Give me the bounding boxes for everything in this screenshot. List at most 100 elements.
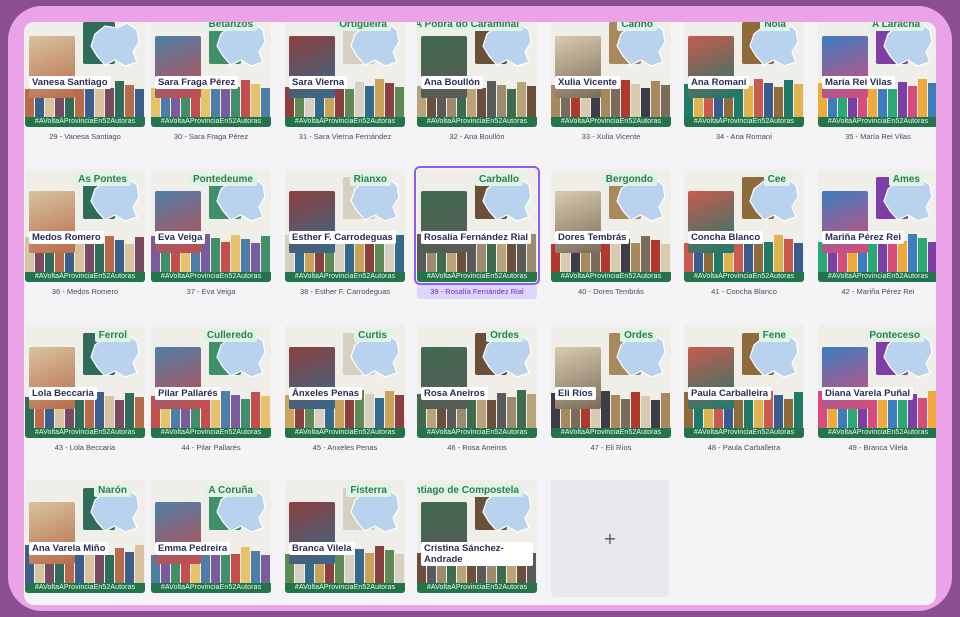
hashtag-banner: #AVoltaÁProvinciaEn52Autoras [417, 583, 537, 593]
page-thumbnail[interactable]: Curtis Ánxeles Penas #AVoltaÁProvinciaEn52… [285, 325, 405, 438]
page-caption[interactable]: 49 - Branca Vilela [818, 441, 936, 455]
author-name-label: Emma Pedreira [155, 542, 231, 555]
page-thumbnail[interactable]: A Pobra do Caramiñal Ana Boullón #AVoltaÁP… [417, 22, 537, 127]
hashtag-banner: #AVoltaÁProvinciaEn52Autoras [151, 583, 271, 593]
page-thumbnail[interactable]: Betanzos Sara Fraga Pérez #AVoltaÁProvinci… [151, 22, 271, 127]
page-caption[interactable]: 33 - Xulia Vicente [551, 130, 671, 144]
page-caption[interactable]: 45 - Anxeles Penas [285, 441, 405, 455]
place-label: Curtis [354, 329, 391, 342]
page-thumbnail[interactable]: Santiago de Compostela Cristina Sánchez-A… [417, 480, 537, 593]
page-card[interactable]: As Pontes Medos Romero #AVoltaÁProvinciaEn… [25, 169, 145, 299]
page-thumbnail[interactable]: Ponteceso Diana Varela Puñal #AVoltaÁProvi… [818, 325, 936, 438]
page-caption[interactable]: 42 - Mariña Pérez Rei [818, 285, 936, 299]
plus-icon: + [603, 529, 617, 548]
place-label: Narón [94, 484, 131, 497]
page-card[interactable]: Vanesa Santiago #AVoltaÁProvinciaEn52Auto… [25, 22, 145, 144]
page-thumbnail-grid: Vanesa Santiago #AVoltaÁProvinciaEn52Auto… [24, 22, 936, 605]
page-thumbnail[interactable]: As Pontes Medos Romero #AVoltaÁProvinciaEn… [25, 169, 145, 282]
place-label: Bergondo [601, 173, 657, 186]
page-thumbnail[interactable]: Culleredo Pilar Pallarés #AVoltaÁProvincia… [151, 325, 271, 438]
place-label: Betanzos [204, 22, 257, 31]
page-card[interactable]: Carballo Rosalía Fernández Rial #AVoltaÁPr… [414, 166, 540, 299]
page-thumbnail[interactable]: Fisterra Branca Vilela #AVoltaÁProvinciaEn… [285, 480, 405, 593]
place-label: A Laracha [868, 22, 924, 31]
page-thumbnail[interactable]: Fene Paula Carballeira #AVoltaÁProvinciaEn… [684, 325, 804, 438]
page-card[interactable]: Narón Ana Varela Miño #AVoltaÁProvinciaEn5… [25, 480, 145, 593]
page-caption[interactable]: 32 - Ana Boullón [417, 130, 537, 144]
canvas-grid-view: Vanesa Santiago #AVoltaÁProvinciaEn52Auto… [24, 22, 936, 605]
page-card[interactable]: Curtis Ánxeles Penas #AVoltaÁProvinciaEn52… [285, 325, 405, 455]
page-card[interactable]: A Pobra do Caramiñal Ana Boullón #AVoltaÁP… [417, 22, 537, 144]
author-name-label: Diana Varela Puñal [822, 387, 914, 400]
hashtag-banner: #AVoltaÁProvinciaEn52Autoras [285, 583, 405, 593]
page-card[interactable]: Ortigueira Sara Vierna #AVoltaÁProvinciaEn… [285, 22, 405, 144]
page-caption[interactable]: 43 - Lola Beccaria [25, 441, 145, 455]
page-caption[interactable]: 39 - Rosalía Fernández Rial [417, 285, 537, 299]
page-card[interactable]: Culleredo Pilar Pallarés #AVoltaÁProvincia… [151, 325, 271, 455]
page-caption[interactable]: 31 - Sara Vierna Fernández [285, 130, 405, 144]
page-card[interactable]: A Laracha María Rei Vilas #AVoltaÁProvinci… [818, 22, 936, 144]
page-card[interactable]: Fene Paula Carballeira #AVoltaÁProvinciaEn… [684, 325, 804, 455]
page-card[interactable]: Pontedeume Eva Veiga #AVoltaÁProvinciaEn52… [151, 169, 271, 299]
page-thumbnail[interactable]: Ferrol Lola Beccaria #AVoltaÁProvinciaEn52… [25, 325, 145, 438]
page-thumbnail[interactable]: A Laracha María Rei Vilas #AVoltaÁProvinci… [818, 22, 936, 127]
author-name-label: Ánxeles Penas [289, 387, 363, 400]
province-map-icon [90, 22, 140, 67]
page-thumbnail[interactable]: Ordes Rosa Aneiros #AVoltaÁProvinciaEn52Au… [417, 325, 537, 438]
page-thumbnail[interactable]: A Coruña Emma Pedreira #AVoltaÁProvinciaEn… [151, 480, 271, 593]
page-thumbnail[interactable]: Ordes Eli Ríos #AVoltaÁProvinciaEn52Autora… [551, 325, 671, 438]
hashtag-banner: #AVoltaÁProvinciaEn52Autoras [25, 428, 145, 438]
page-card[interactable]: Bergondo Dores Tembrás #AVoltaÁProvinciaEn… [551, 169, 671, 299]
page-card[interactable]: Cariño Xulia Vicente #AVoltaÁProvinciaEn52… [551, 22, 671, 144]
page-card[interactable]: Betanzos Sara Fraga Pérez #AVoltaÁProvinci… [151, 22, 271, 144]
page-thumbnail[interactable]: Rianxo Esther F. Carrodeguas #AVoltaÁProvi… [285, 169, 405, 282]
page-card[interactable]: A Coruña Emma Pedreira #AVoltaÁProvinciaEn… [151, 480, 271, 593]
page-caption[interactable]: 41 - Concha Blanco [684, 285, 804, 299]
page-caption[interactable]: 29 - Vanesa Santiago [25, 130, 145, 144]
page-caption[interactable]: 48 - Paula Carballeira [684, 441, 804, 455]
add-page-button[interactable]: + [551, 480, 669, 597]
place-label: Ortigueira [335, 22, 391, 31]
page-caption[interactable]: 35 - María Rei Vilas [818, 130, 936, 144]
page-thumbnail[interactable]: Ames Mariña Pérez Rei #AVoltaÁProvinciaEn5… [818, 169, 936, 282]
page-card[interactable]: Ferrol Lola Beccaria #AVoltaÁProvinciaEn52… [25, 325, 145, 455]
page-caption[interactable]: 38 - Esther F. Carrodeguas [285, 285, 405, 299]
page-thumbnail[interactable]: Pontedeume Eva Veiga #AVoltaÁProvinciaEn52… [151, 169, 271, 282]
page-card[interactable]: Ponteceso Diana Varela Puñal #AVoltaÁProvi… [818, 325, 936, 455]
page-card[interactable]: Fisterra Branca Vilela #AVoltaÁProvinciaEn… [285, 480, 405, 593]
page-thumbnail[interactable]: Narón Ana Varela Miño #AVoltaÁProvinciaEn5… [25, 480, 145, 593]
page-caption[interactable]: 40 - Dores Tembrás [551, 285, 671, 299]
place-label: Pontedeume [188, 173, 257, 186]
hashtag-banner: #AVoltaÁProvinciaEn52Autoras [818, 272, 936, 282]
page-caption[interactable]: 44 - Pilar Pallarés [151, 441, 271, 455]
page-thumbnail[interactable]: Cee Concha Blanco #AVoltaÁProvinciaEn52Aut… [684, 169, 804, 282]
page-caption[interactable]: 36 - Medos Romero [25, 285, 145, 299]
page-thumbnail[interactable]: Cariño Xulia Vicente #AVoltaÁProvinciaEn52… [551, 22, 671, 127]
place-label: Ponteceso [865, 329, 924, 342]
page-card[interactable]: Noia Ana Romaní #AVoltaÁProvinciaEn52Autor… [684, 22, 804, 144]
author-name-label: Vanesa Santiago [29, 76, 111, 89]
page-thumbnail[interactable]: Vanesa Santiago #AVoltaÁProvinciaEn52Auto… [25, 22, 145, 127]
page-card[interactable]: Santiago de Compostela Cristina Sánchez-A… [417, 480, 537, 593]
hashtag-banner: #AVoltaÁProvinciaEn52Autoras [25, 583, 145, 593]
page-thumbnail[interactable]: Carballo Rosalía Fernández Rial #AVoltaÁPr… [414, 166, 540, 285]
page-thumbnail[interactable]: Ortigueira Sara Vierna #AVoltaÁProvinciaEn… [285, 22, 405, 127]
hashtag-banner: #AVoltaÁProvinciaEn52Autoras [151, 117, 271, 127]
page-card[interactable]: Ordes Rosa Aneiros #AVoltaÁProvinciaEn52Au… [417, 325, 537, 455]
hashtag-banner: #AVoltaÁProvinciaEn52Autoras [151, 428, 271, 438]
page-caption[interactable]: 30 - Sara Fraga Pérez [151, 130, 271, 144]
page-card[interactable]: Cee Concha Blanco #AVoltaÁProvinciaEn52Aut… [684, 169, 804, 299]
page-card[interactable]: Rianxo Esther F. Carrodeguas #AVoltaÁProvi… [285, 169, 405, 299]
author-name-label: Eli Ríos [555, 387, 596, 400]
page-card[interactable]: Ames Mariña Pérez Rei #AVoltaÁProvinciaEn5… [818, 169, 936, 299]
page-caption[interactable]: 46 - Rosa Aneiros [417, 441, 537, 455]
page-thumbnail[interactable]: Noia Ana Romaní #AVoltaÁProvinciaEn52Autor… [684, 22, 804, 127]
page-caption[interactable]: 47 - Eli Ríos [551, 441, 671, 455]
hashtag-banner: #AVoltaÁProvinciaEn52Autoras [684, 272, 804, 282]
page-caption[interactable]: 37 - Eva Veiga [151, 285, 271, 299]
place-label: Culleredo [202, 329, 257, 342]
author-name-label: Xulia Vicente [555, 76, 620, 89]
page-caption[interactable]: 34 - Ana Romaní [684, 130, 804, 144]
page-card[interactable]: Ordes Eli Ríos #AVoltaÁProvinciaEn52Autora… [551, 325, 671, 455]
page-thumbnail[interactable]: Bergondo Dores Tembrás #AVoltaÁProvinciaEn… [551, 169, 671, 282]
